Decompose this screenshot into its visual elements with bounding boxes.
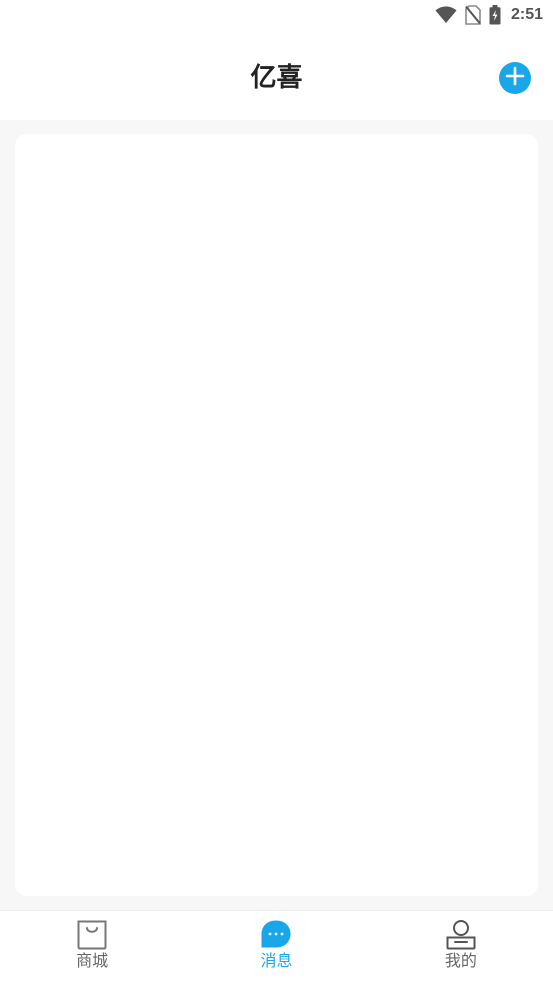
message-list-card <box>15 134 538 896</box>
wifi-icon <box>435 6 457 24</box>
shopping-bag-icon <box>76 919 108 951</box>
battery-charging-icon <box>489 5 501 25</box>
chat-bubble-icon <box>260 919 292 951</box>
nav-item-messages[interactable]: 消息 <box>184 911 368 983</box>
status-icons: 2:51 <box>435 4 543 26</box>
app-header: 亿喜 <box>0 30 553 120</box>
profile-icon <box>445 919 477 951</box>
screen: 2:51 亿喜 商城 消息 我的 <box>0 0 553 983</box>
status-bar: 2:51 <box>0 0 553 30</box>
nav-label-mall: 商城 <box>76 951 109 970</box>
bottom-nav: 商城 消息 我的 <box>0 910 553 983</box>
page-title: 亿喜 <box>250 63 303 93</box>
nav-item-mine[interactable]: 我的 <box>369 911 553 983</box>
nav-label-mine: 我的 <box>444 951 477 970</box>
add-button[interactable] <box>499 62 531 94</box>
status-time: 2:51 <box>510 6 543 23</box>
nav-label-messages: 消息 <box>260 951 293 970</box>
plus-icon <box>505 66 525 90</box>
nav-item-mall[interactable]: 商城 <box>0 911 184 983</box>
no-sim-icon <box>465 5 481 25</box>
